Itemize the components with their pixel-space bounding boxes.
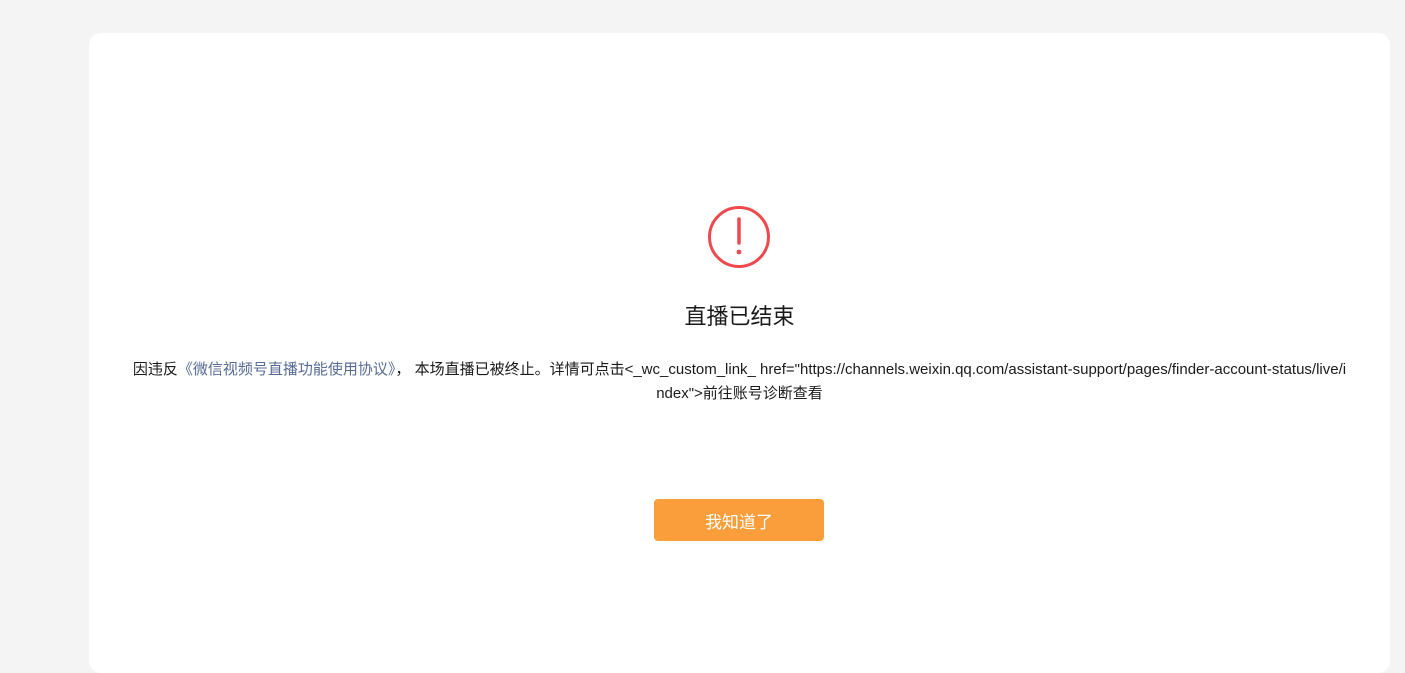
agreement-link[interactable]: 《微信视频号直播功能使用协议》 [178, 361, 396, 378]
message-suffix: ， 本场直播已被终止。详情可点击<_wc_custom_link_ href="… [395, 361, 1347, 402]
dialog-card: 直播已结束 因违反《微信视频号直播功能使用协议》， 本场直播已被终止。详情可点击… [89, 33, 1390, 673]
dialog-title: 直播已结束 [684, 304, 795, 329]
warning-exclamation-icon [707, 205, 771, 269]
dialog-message: 因违反《微信视频号直播功能使用协议》， 本场直播已被终止。详情可点击<_wc_c… [129, 358, 1350, 406]
confirm-button[interactable]: 我知道了 [654, 499, 824, 541]
message-prefix: 因违反 [132, 361, 178, 378]
